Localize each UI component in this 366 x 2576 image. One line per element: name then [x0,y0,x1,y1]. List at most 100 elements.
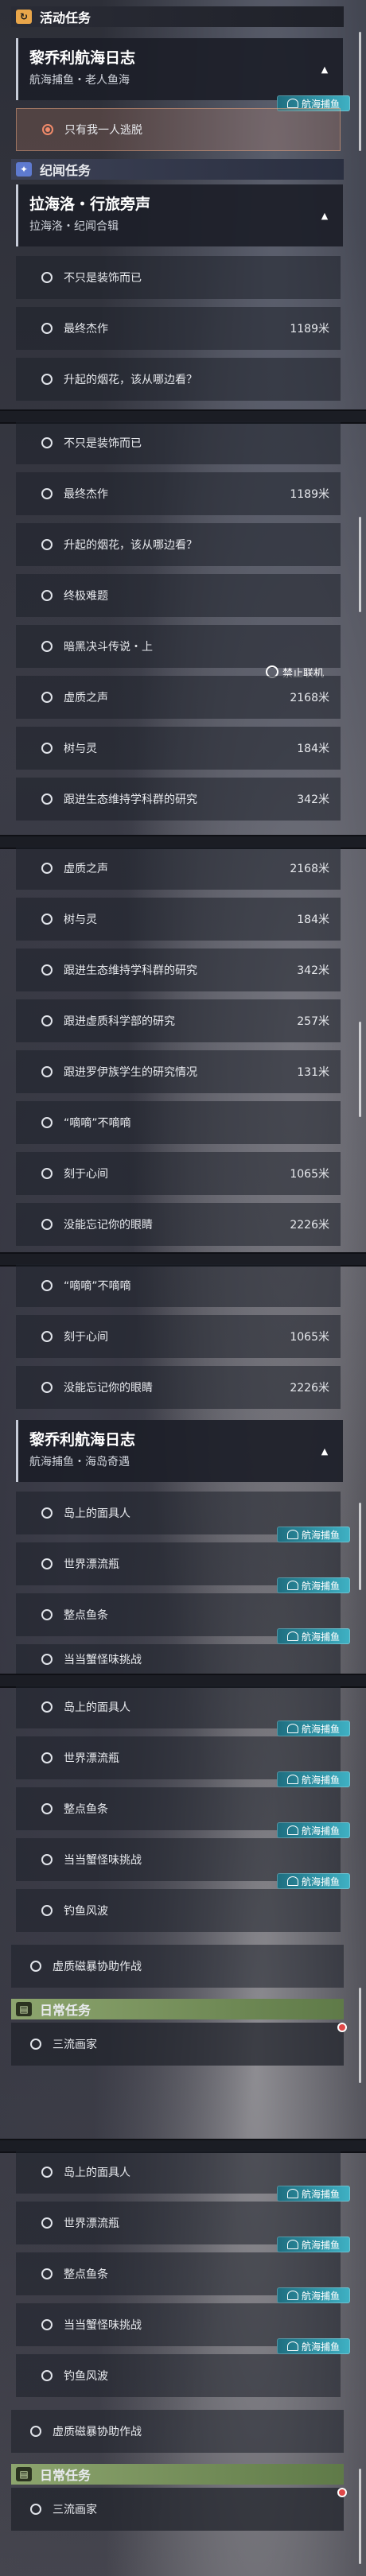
card-title: 拉海洛・行旅旁声 [29,196,151,213]
quest-item-label: 跟进罗伊族学生的研究情况 [64,1066,197,1079]
quest-item-label: 不只是装饰而已 [64,437,142,450]
radio-icon [41,641,53,652]
quest-item-label: “嘀嘀”不嘀嘀 [64,1280,131,1293]
quest-item[interactable]: 树与灵 184米 [16,898,341,941]
section-header-rumor[interactable]: ✦ 纪闻任务 [11,159,344,180]
scrollbar[interactable] [359,2469,361,2564]
scrollbar[interactable] [359,1503,361,1590]
quest-item[interactable]: 没能忘记你的眼睛 2226米 [16,1203,341,1246]
radio-icon [41,323,53,334]
collapse-icon[interactable]: ▲ [316,60,333,78]
collapse-icon[interactable]: ▲ [316,1442,333,1460]
quest-item[interactable]: 钓鱼风波 [16,2354,341,2397]
voyage-badge: 航海捕鱼 [277,2237,350,2252]
section-label-daily: 日常任务 [40,2003,92,2018]
quest-item-label: 三流画家 [53,2039,97,2051]
radio-icon [41,1653,53,1665]
radio-icon [41,590,53,601]
quest-item[interactable]: 跟进生态维持学科群的研究 342米 [16,778,341,821]
quest-item-label: 虚质磁暴协助作战 [53,2426,142,2438]
quest-item-label: 最终杰作 [64,323,108,336]
quest-item-selected[interactable]: 只有我一人逃脱 [16,108,341,151]
quest-card-lahailuo[interactable]: 拉海洛・行旅旁声 拉海洛・纪闻合辑 ▲ [16,184,343,246]
quest-item-label: 三流画家 [53,2504,97,2516]
quest-item[interactable]: 不只是装饰而已 [16,421,341,464]
quest-item-label: 世界漂流瓶 [64,1752,119,1765]
quest-item[interactable]: 最终杰作 1189米 [16,307,341,350]
quest-item[interactable]: 刻于心间 1065米 [16,1152,341,1195]
quest-item-label: 整点鱼条 [64,2268,108,2281]
quest-item[interactable]: 钓鱼风波 [16,1889,341,1932]
quest-item[interactable]: 暗黑决斗传说・上 [16,625,341,668]
quest-card-lichuli[interactable]: 黎乔利航海日志 航海捕鱼・老人鱼海 ▲ [16,38,343,100]
quest-item-label: 岛上的面具人 [64,1507,130,1520]
quest-item[interactable]: 跟进虚质科学部的研究 257米 [16,999,341,1042]
section-label-active: 活动任务 [40,10,92,25]
quest-item-label: 树与灵 [64,914,97,926]
quest-item[interactable]: 不只是装饰而已 [16,256,341,299]
section-header-daily[interactable]: ▤ 日常任务 [11,2464,344,2485]
quest-item[interactable]: “嘀嘀”不嘀嘀 [16,1264,341,1307]
quest-item[interactable]: 跟进罗伊族学生的研究情况 131米 [16,1050,341,1093]
quest-distance: 257米 [297,1015,329,1028]
quest-item[interactable]: 升起的烟花，该从哪边看？ [16,523,341,566]
card-title: 黎乔利航海日志 [29,49,136,67]
daily-quest-item[interactable]: 三流画家 [11,2023,344,2066]
radio-icon [41,2217,53,2229]
quest-distance: 131米 [297,1066,329,1079]
section-header-daily[interactable]: ▤ 日常任务 [11,1999,344,2019]
quest-item[interactable]: 跟进生态维持学科群的研究 342米 [16,949,341,991]
radio-icon [30,2039,41,2050]
quest-distance: 1065米 [290,1168,329,1181]
quest-item[interactable]: 树与灵 184米 [16,727,341,770]
card-subtitle: 航海捕鱼・老人鱼海 [29,74,130,87]
screen-5: 岛上的面具人 航海捕鱼 世界漂流瓶 航海捕鱼 整点鱼条 航海捕鱼 当当蟹怪味挑战… [0,1686,366,2139]
radio-icon [41,1854,53,1865]
scrollbar[interactable] [359,32,361,151]
quest-item[interactable]: 终极难题 [16,574,341,617]
daily-quest-item[interactable]: 三流画家 [11,2488,344,2531]
scrollbar[interactable] [359,1988,361,2083]
book-icon: ▤ [16,2002,32,2016]
quest-item-label: 当当蟹怪味挑战 [64,1653,142,1666]
quest-distance: 184米 [297,914,329,926]
collapse-icon[interactable]: ▲ [316,207,333,224]
quest-item-single[interactable]: 虚质磁暴协助作战 [11,2410,344,2453]
quest-item[interactable]: 虚质之声 2168米 [16,847,341,890]
fish-icon [286,1724,298,1733]
radio-icon [41,1752,53,1763]
quest-item-label: 跟进虚质科学部的研究 [64,1015,175,1028]
quest-item[interactable]: “嘀嘀”不嘀嘀 [16,1101,341,1144]
fish-icon [286,2291,298,2300]
quest-distance: 1189米 [290,323,329,336]
quest-item[interactable]: 最终杰作 1189米 [16,472,341,515]
section-header-active[interactable]: ↻ 活动任务 [11,6,344,27]
quest-item-label: 钓鱼风波 [64,1905,108,1918]
quest-item[interactable]: 刻于心间 1065米 [16,1315,341,1358]
quest-item-label: 升起的烟花，该从哪边看？ [64,374,197,386]
quest-distance: 342米 [297,964,329,977]
quest-item-label: 升起的烟花，该从哪边看？ [64,539,197,552]
quest-item[interactable]: 当当蟹怪味挑战 [16,1644,341,1674]
radio-icon [41,539,53,550]
quest-distance: 1065米 [290,1331,329,1344]
quest-item-label: 世界漂流瓶 [64,2217,119,2230]
scrollbar[interactable] [359,517,361,612]
quest-card-lichuli-island[interactable]: 黎乔利航海日志 航海捕鱼・海岛奇遇 ▲ [16,1420,343,1482]
voyage-badge: 航海捕鱼 [277,2287,350,2303]
quest-item-label: 虚质磁暴协助作战 [53,1961,142,1973]
quest-item[interactable]: 没能忘记你的眼睛 2226米 [16,1366,341,1409]
notification-dot-icon [337,2023,347,2032]
fish-icon [286,1775,298,1784]
radio-icon [41,1905,53,1916]
radio-icon [42,124,53,135]
voyage-badge: 航海捕鱼 [277,1771,350,1787]
radio-icon [41,793,53,805]
screen-4: “嘀嘀”不嘀嘀 刻于心间 1065米 没能忘记你的眼睛 2226米 黎乔利航海日志 … [0,1264,366,1674]
quest-item[interactable]: 虚质之声 2168米 [16,676,341,719]
radio-icon [41,1280,53,1291]
scrollbar[interactable] [359,1022,361,1117]
quest-item[interactable]: 升起的烟花，该从哪边看？ [16,358,341,401]
quest-item-single[interactable]: 虚质磁暴协助作战 [11,1945,344,1988]
quest-item-label: 岛上的面具人 [64,1701,130,1714]
